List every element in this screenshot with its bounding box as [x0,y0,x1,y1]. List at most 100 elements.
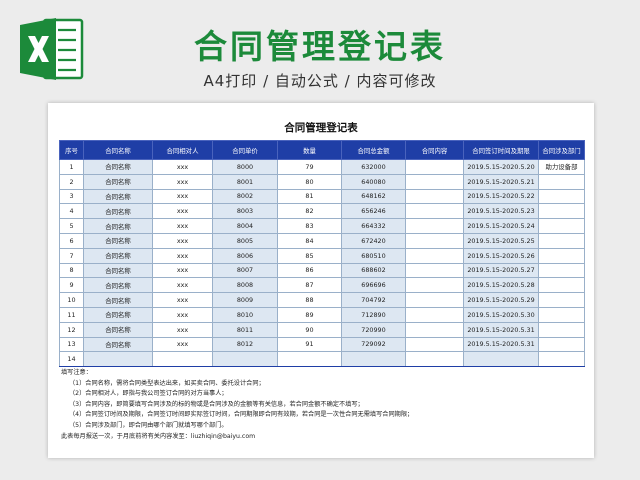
table-cell[interactable]: 87 [277,277,342,294]
table-cell[interactable]: 664332 [341,218,406,234]
table-cell[interactable] [538,351,585,368]
table-cell[interactable] [538,173,585,190]
table-cell[interactable]: 8007 [212,262,278,279]
table-cell[interactable]: 8000 [212,159,278,175]
table-cell[interactable]: 8003 [212,203,278,220]
table-cell[interactable]: 85 [277,247,342,264]
table-cell[interactable]: 合同名称 [83,188,153,205]
table-cell[interactable]: 2019.5.15-2020.5.27 [463,262,539,279]
table-cell[interactable]: 11 [59,306,84,323]
table-cell[interactable]: 9 [59,277,84,294]
table-cell[interactable]: 656246 [341,203,406,220]
table-cell[interactable] [538,262,585,279]
table-cell[interactable]: 合同名称 [83,262,153,279]
column-header[interactable]: 合同签订时间及期限 [463,140,539,160]
table-cell[interactable] [405,247,464,264]
table-cell[interactable]: 88 [277,292,342,308]
table-cell[interactable]: 合同名称 [83,203,153,220]
table-cell[interactable] [538,247,585,264]
table-cell[interactable] [463,351,539,368]
table-cell[interactable] [538,218,585,234]
table-cell[interactable]: 合同名称 [83,292,153,308]
table-cell[interactable] [538,306,585,323]
table-cell[interactable] [405,232,464,249]
table-cell[interactable]: 4 [59,203,84,220]
table-cell[interactable] [538,277,585,294]
table-cell[interactable]: xxx [152,188,213,205]
table-cell[interactable]: 合同名称 [83,247,153,264]
table-cell[interactable]: 助力设备部 [538,159,585,175]
table-cell[interactable]: xxx [152,203,213,220]
table-cell[interactable] [538,321,585,338]
table-cell[interactable]: 672420 [341,232,406,249]
table-cell[interactable]: 82 [277,203,342,220]
table-cell[interactable] [405,336,464,353]
table-cell[interactable]: 712890 [341,306,406,323]
column-header[interactable]: 合同单价 [212,140,278,160]
table-cell[interactable]: 合同名称 [83,232,153,249]
table-cell[interactable]: 2019.5.15-2020.5.26 [463,247,539,264]
table-cell[interactable]: xxx [152,232,213,249]
column-header[interactable]: 数量 [277,140,342,160]
table-cell[interactable]: 2019.5.15-2020.5.23 [463,203,539,220]
table-cell[interactable]: 2019.5.15-2020.5.25 [463,232,539,249]
table-cell[interactable]: 2019.5.15-2020.5.31 [463,321,539,338]
table-cell[interactable]: 80 [277,173,342,190]
table-cell[interactable]: 632000 [341,159,406,175]
table-cell[interactable]: xxx [152,159,213,175]
table-cell[interactable] [277,351,342,368]
table-cell[interactable] [152,351,213,368]
table-cell[interactable]: 8011 [212,321,278,338]
table-cell[interactable]: 8 [59,262,84,279]
table-cell[interactable] [212,351,278,368]
table-cell[interactable]: 14 [59,351,84,368]
table-cell[interactable] [405,321,464,338]
table-cell[interactable]: 8005 [212,232,278,249]
table-cell[interactable]: 8004 [212,218,278,234]
column-header[interactable]: 序号 [59,140,84,160]
table-cell[interactable]: xxx [152,336,213,353]
table-cell[interactable] [538,203,585,220]
column-header[interactable]: 合同内容 [405,140,464,160]
table-cell[interactable] [538,232,585,249]
table-cell[interactable]: 5 [59,218,84,234]
table-cell[interactable]: 79 [277,159,342,175]
table-cell[interactable]: 合同名称 [83,218,153,234]
table-cell[interactable]: xxx [152,173,213,190]
table-cell[interactable] [405,159,464,175]
table-cell[interactable]: 8006 [212,247,278,264]
table-cell[interactable]: xxx [152,321,213,338]
table-cell[interactable]: 81 [277,188,342,205]
table-cell[interactable]: 83 [277,218,342,234]
table-cell[interactable]: xxx [152,277,213,294]
table-cell[interactable]: 91 [277,336,342,353]
table-cell[interactable]: 2019.5.15-2020.5.22 [463,188,539,205]
table-cell[interactable]: 84 [277,232,342,249]
table-cell[interactable]: 合同名称 [83,321,153,338]
table-cell[interactable] [405,351,464,368]
table-cell[interactable] [405,277,464,294]
table-cell[interactable]: xxx [152,306,213,323]
table-cell[interactable]: 1 [59,159,84,175]
table-cell[interactable] [405,262,464,279]
table-cell[interactable]: 2 [59,173,84,190]
table-cell[interactable]: 89 [277,306,342,323]
table-cell[interactable]: 640080 [341,173,406,190]
column-header[interactable]: 合同相对人 [152,140,213,160]
table-cell[interactable] [538,336,585,353]
column-header[interactable]: 合同名称 [83,140,153,160]
table-cell[interactable]: 2019.5.15-2020.5.29 [463,292,539,308]
table-cell[interactable]: 8012 [212,336,278,353]
table-cell[interactable]: 10 [59,292,84,308]
table-cell[interactable]: 720990 [341,321,406,338]
table-cell[interactable]: 6 [59,232,84,249]
table-cell[interactable] [538,292,585,308]
table-cell[interactable]: 2019.5.15-2020.5.31 [463,336,539,353]
table-cell[interactable]: 合同名称 [83,306,153,323]
table-cell[interactable]: 合同名称 [83,277,153,294]
table-cell[interactable]: 90 [277,321,342,338]
table-cell[interactable] [341,351,406,368]
table-cell[interactable]: 8001 [212,173,278,190]
table-cell[interactable]: 合同名称 [83,159,153,175]
table-cell[interactable]: 8002 [212,188,278,205]
